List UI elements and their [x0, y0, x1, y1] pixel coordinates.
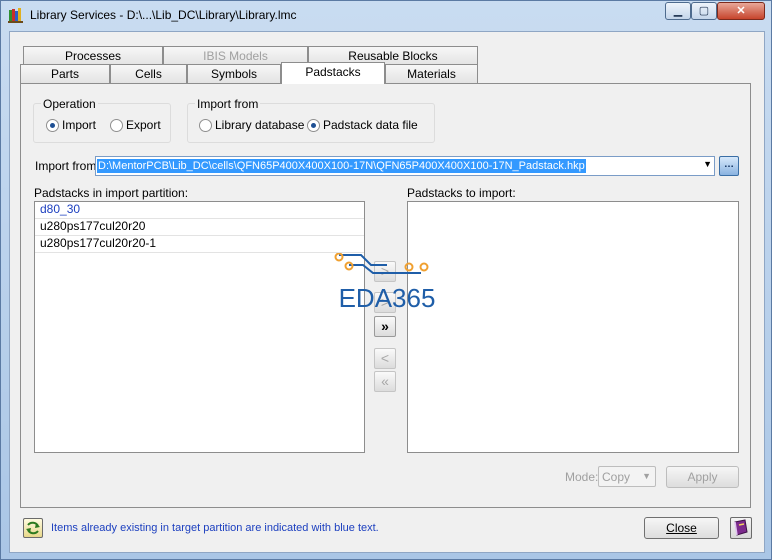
- ellipsis-icon: …: [724, 159, 734, 170]
- list-item[interactable]: u280ps177cul20r20-1: [35, 236, 364, 253]
- tab-symbols[interactable]: Symbols: [187, 64, 281, 83]
- remove-all-button[interactable]: «: [374, 371, 396, 392]
- arrow-left-icon: <: [380, 350, 390, 366]
- double-arrow-right-icon: »: [381, 318, 389, 334]
- double-arrow-left-icon: «: [381, 373, 389, 389]
- library-services-window: Library Services - D:\...\Lib_DC\Library…: [0, 0, 772, 560]
- refresh-button[interactable]: [23, 518, 43, 538]
- library-database-radio-label[interactable]: Library database: [215, 118, 304, 132]
- refresh-icon: [26, 521, 40, 535]
- apply-button[interactable]: Apply: [666, 466, 739, 488]
- chevron-down-icon: ▼: [642, 471, 651, 481]
- source-list-label: Padstacks in import partition:: [34, 186, 189, 200]
- mode-value: Copy: [602, 470, 631, 484]
- library-books-icon: [8, 8, 23, 23]
- import-from-group-title: Import from: [195, 97, 261, 111]
- target-padstack-list[interactable]: [407, 201, 739, 453]
- status-message: Items already existing in target partiti…: [51, 522, 379, 534]
- import-radio-label[interactable]: Import: [62, 118, 96, 132]
- tab-padstacks[interactable]: Padstacks: [281, 62, 385, 84]
- add-all-button[interactable]: »: [374, 316, 396, 337]
- target-list-label: Padstacks to import:: [407, 186, 516, 200]
- list-item[interactable]: u280ps177cul20r20: [35, 219, 364, 236]
- tab-parts[interactable]: Parts: [20, 64, 110, 83]
- apply-button-label: Apply: [687, 470, 718, 484]
- close-button[interactable]: Close: [644, 517, 719, 539]
- maximize-button[interactable]: ▢: [691, 2, 717, 20]
- tab-cells[interactable]: Cells: [110, 64, 187, 83]
- source-padstack-list[interactable]: d80_30 u280ps177cul20r20 u280ps177cul20r…: [34, 201, 365, 453]
- eda365-watermark-logo: EDA365: [334, 253, 436, 311]
- export-radio-label[interactable]: Export: [126, 118, 161, 132]
- watermark-text: EDA365: [339, 283, 436, 311]
- padstack-data-file-radio-label[interactable]: Padstack data file: [323, 118, 418, 132]
- import-path-value[interactable]: D:\MentorPCB\Lib_DC\cells\QFN65P400X400X…: [97, 159, 586, 173]
- operation-group-title: Operation: [41, 97, 98, 111]
- help-button[interactable]: [730, 517, 752, 539]
- chevron-down-icon[interactable]: ▼: [703, 159, 712, 169]
- mode-label: Mode:: [565, 470, 599, 484]
- tab-materials[interactable]: Materials: [385, 64, 478, 83]
- mode-select[interactable]: Copy ▼: [598, 466, 656, 487]
- import-path-combobox[interactable]: D:\MentorPCB\Lib_DC\cells\QFN65P400X400X…: [95, 156, 715, 176]
- import-radio[interactable]: [46, 119, 59, 132]
- help-book-icon: [734, 519, 748, 536]
- import-from-label: Import from:: [35, 159, 100, 173]
- minimize-button[interactable]: ▁: [665, 2, 691, 20]
- browse-button[interactable]: …: [719, 156, 739, 176]
- padstack-data-file-radio[interactable]: [307, 119, 320, 132]
- export-radio[interactable]: [110, 119, 123, 132]
- remove-selected-button[interactable]: <: [374, 348, 396, 369]
- window-title: Library Services - D:\...\Lib_DC\Library…: [30, 8, 297, 22]
- list-item[interactable]: d80_30: [35, 202, 364, 219]
- library-database-radio[interactable]: [199, 119, 212, 132]
- title-bar[interactable]: Library Services - D:\...\Lib_DC\Library…: [1, 1, 771, 29]
- close-window-button[interactable]: ✕: [717, 2, 765, 20]
- close-button-label: Close: [666, 521, 697, 535]
- tab-processes[interactable]: Processes: [23, 46, 163, 65]
